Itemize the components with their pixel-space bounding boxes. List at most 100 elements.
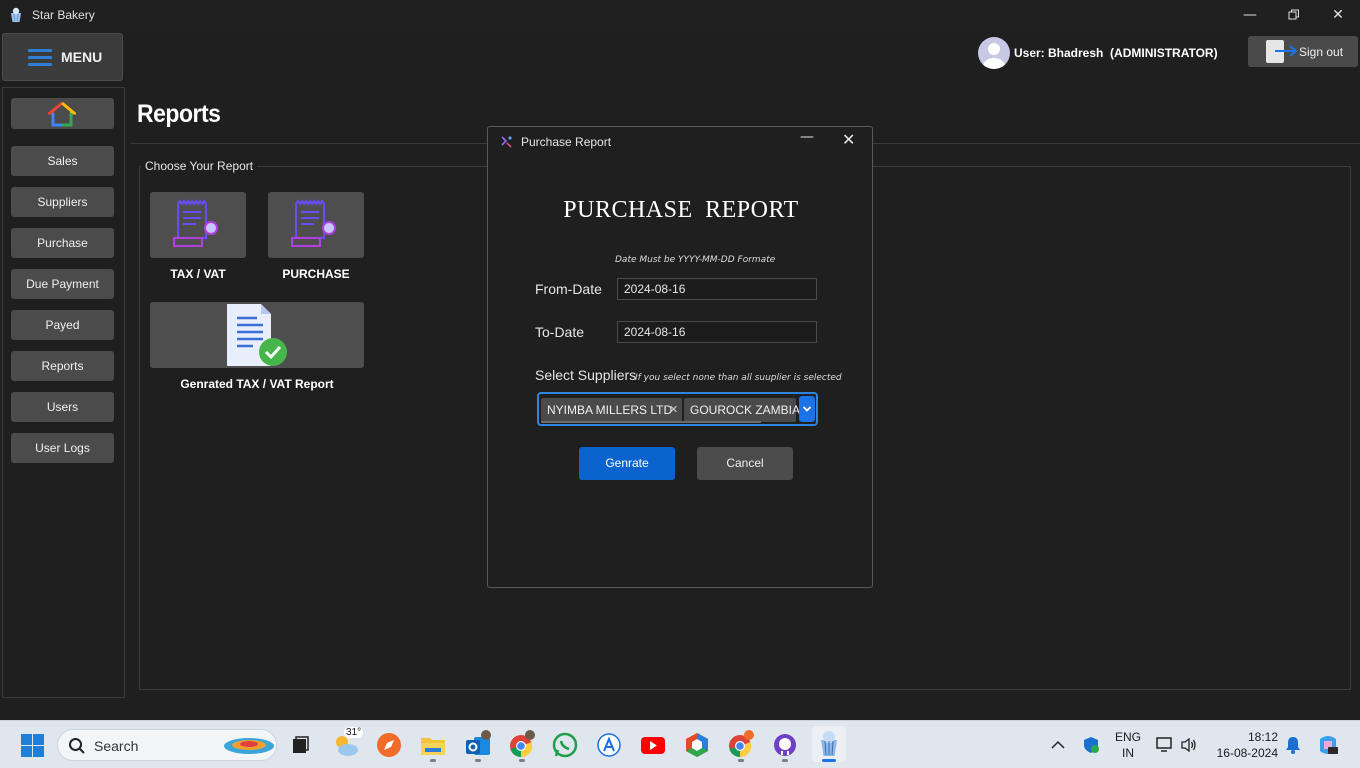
chrome-app[interactable] [506, 729, 538, 762]
network-icon[interactable] [1156, 737, 1174, 753]
chevron-down-icon [802, 406, 812, 412]
search-icon [69, 738, 85, 754]
taskbar-search[interactable]: Search [57, 729, 277, 761]
suppliers-dropdown-button[interactable] [799, 396, 815, 422]
running-indicator [519, 759, 525, 762]
user-avatar [978, 37, 1010, 69]
generate-button[interactable]: Genrate [579, 447, 675, 480]
app-store-icon [597, 733, 621, 757]
sidebar-item-suppliers[interactable]: Suppliers [11, 187, 114, 217]
notification-bell-icon[interactable] [1285, 736, 1301, 754]
supplier-chip: GOUROCK ZAMBIA [684, 398, 800, 422]
star-bakery-taskbar-app[interactable] [812, 726, 846, 762]
document-check-icon [227, 304, 287, 366]
sidebar-item-sales[interactable]: Sales [11, 146, 114, 176]
home-button[interactable] [11, 98, 114, 129]
close-window-button[interactable]: ✕ [1326, 4, 1350, 26]
chevron-up-icon[interactable] [1051, 740, 1065, 750]
cupcake-icon [821, 731, 837, 756]
suppliers-multiselect[interactable]: NYIMBA MILLERS LTD ✕ GOUROCK ZAMBIA [537, 392, 818, 426]
chrome-icon [510, 730, 535, 758]
sidebar-item-due-payment[interactable]: Due Payment [11, 269, 114, 299]
outlook-app[interactable] [462, 729, 494, 762]
purchase-tile[interactable] [268, 192, 364, 258]
chip-scrollbar[interactable] [541, 421, 761, 423]
app-logo-icon [11, 7, 21, 22]
menu-button[interactable]: MENU [2, 33, 123, 81]
browser-compass-app[interactable] [373, 729, 405, 761]
dialog-close-button[interactable]: ✕ [842, 130, 855, 149]
chrome-profile-app[interactable] [725, 729, 757, 762]
youtube-app[interactable] [637, 729, 669, 761]
restore-button[interactable] [1282, 4, 1306, 26]
remove-chip-icon[interactable]: ✕ [669, 398, 678, 422]
file-explorer-app[interactable] [417, 729, 449, 762]
chrome-profile-icon [729, 730, 754, 758]
tax-vat-tile[interactable] [150, 192, 246, 258]
purchase-label: PURCHASE [282, 267, 350, 281]
sidebar-item-users[interactable]: Users [11, 392, 114, 422]
windows-start-icon[interactable] [21, 734, 44, 757]
clock-time[interactable]: 18:12 [1218, 730, 1278, 744]
active-indicator [822, 759, 836, 762]
from-date-label: From-Date [535, 281, 602, 297]
running-indicator [430, 759, 436, 762]
sign-out-button[interactable]: Sign out [1248, 36, 1358, 67]
youtube-icon [641, 737, 665, 754]
suppliers-hint: If you select none than all suuplier is … [635, 373, 842, 383]
hamburger-icon [28, 49, 52, 67]
panel-legend: Choose Your Report [141, 159, 258, 173]
window-titlebar: Star Bakery — ✕ [0, 0, 1360, 30]
cancel-button[interactable]: Cancel [697, 447, 793, 480]
sidebar-item-payed[interactable]: Payed [11, 310, 114, 340]
dialog-minimize-button[interactable]: — [800, 129, 814, 145]
github-desktop-app[interactable] [769, 729, 801, 762]
menu-label: MENU [61, 49, 103, 65]
restore-icon [1288, 9, 1299, 20]
user-silhouette-icon [983, 43, 1005, 69]
supplier-chip-label: GOUROCK ZAMBIA [690, 403, 801, 417]
shield-icon[interactable] [1082, 736, 1100, 754]
taskbar: Search 31° ENG IN 18:12 16-08-2024 [0, 720, 1360, 768]
sidebar: Sales Suppliers Purchase Due Payment Pay… [2, 87, 125, 698]
purchase-report-dialog: Purchase Report — ✕ PURCHASE REPORT Date… [487, 126, 873, 588]
whatsapp-icon [552, 732, 578, 758]
sidebar-item-reports[interactable]: Reports [11, 351, 114, 381]
sidebar-item-purchase[interactable]: Purchase [11, 228, 114, 258]
region-indicator[interactable]: IN [1111, 746, 1145, 760]
clock-date[interactable]: 16-08-2024 [1210, 746, 1278, 760]
to-date-field[interactable]: 2024-08-16 [617, 321, 817, 343]
arrow-right-icon [1275, 45, 1298, 57]
supplier-chip-label: NYIMBA MILLERS LTD [547, 403, 673, 417]
home-icon [48, 101, 76, 127]
window-title: Star Bakery [32, 8, 95, 22]
language-indicator[interactable]: ENG [1111, 730, 1145, 744]
running-indicator [782, 759, 788, 762]
date-format-hint: Date Must be YYYY-MM-DD Formate [615, 255, 776, 265]
receipt-icon [291, 199, 336, 247]
search-placeholder: Search [94, 738, 139, 754]
app-store-app[interactable] [593, 729, 625, 761]
github-icon [774, 734, 796, 756]
page-title: Reports [137, 98, 221, 128]
to-date-label: To-Date [535, 324, 585, 340]
volume-icon[interactable] [1181, 737, 1197, 753]
running-indicator [738, 759, 744, 762]
minimize-button[interactable]: — [1238, 4, 1262, 26]
generated-tax-vat-label: Genrated TAX / VAT Report [180, 377, 334, 391]
generated-tax-vat-tile[interactable] [150, 302, 364, 368]
copilot-icon[interactable] [1316, 733, 1340, 757]
dialog-heading: PURCHASE REPORT [563, 197, 799, 223]
sidebar-item-user-logs[interactable]: User Logs [11, 433, 114, 463]
tax-vat-label: TAX / VAT [170, 267, 226, 281]
task-view-icon [293, 736, 309, 753]
task-view-button[interactable] [284, 729, 316, 761]
user-label: User: Bhadresh (ADMINISTRATOR) [1014, 46, 1218, 60]
whatsapp-app[interactable] [549, 729, 581, 761]
java-app-icon [501, 136, 512, 148]
office-app[interactable] [681, 729, 713, 761]
sign-out-label: Sign out [1299, 45, 1344, 59]
weather-widget[interactable]: 31° [330, 727, 364, 761]
weather-temp: 31° [344, 727, 364, 738]
from-date-field[interactable]: 2024-08-16 [617, 278, 817, 300]
